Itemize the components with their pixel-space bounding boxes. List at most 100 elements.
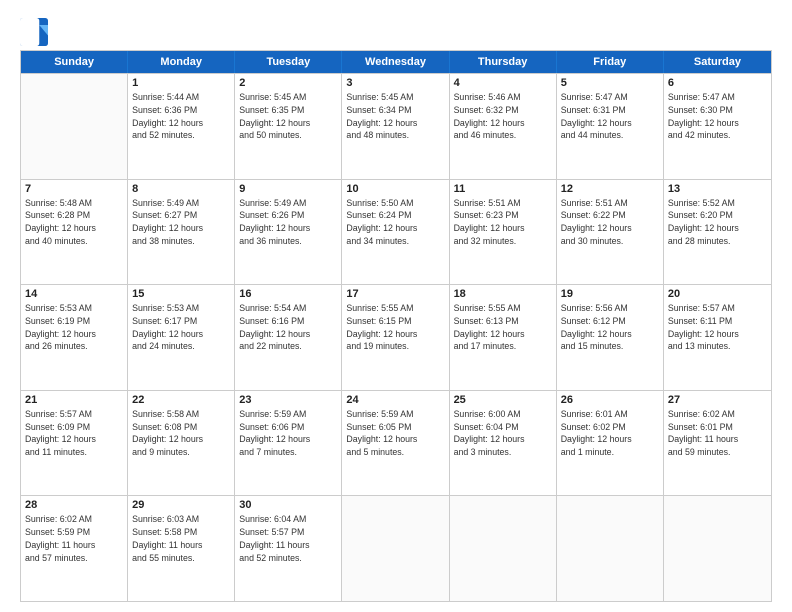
calendar-body: 1Sunrise: 5:44 AM Sunset: 6:36 PM Daylig… bbox=[21, 73, 771, 601]
day-number: 28 bbox=[25, 499, 123, 511]
day-info: Sunrise: 5:51 AM Sunset: 6:22 PM Dayligh… bbox=[561, 197, 659, 248]
cal-cell bbox=[21, 74, 128, 179]
day-info: Sunrise: 6:03 AM Sunset: 5:58 PM Dayligh… bbox=[132, 513, 230, 564]
cal-cell bbox=[342, 496, 449, 601]
day-number: 7 bbox=[25, 183, 123, 195]
day-number: 16 bbox=[239, 288, 337, 300]
day-number: 11 bbox=[454, 183, 552, 195]
cal-cell: 4 Sunrise: 5:46 AM Sunset: 6:32 PM Daylig… bbox=[450, 74, 557, 179]
day-info: Sunrise: 5:54 AM Sunset: 6:16 PM Dayligh… bbox=[239, 302, 337, 353]
calendar-header: SundayMondayTuesdayWednesdayThursdayFrid… bbox=[21, 51, 771, 73]
day-info: Sunrise: 5:46 AM Sunset: 6:32 PM Dayligh… bbox=[454, 91, 552, 142]
cal-cell: 26 Sunrise: 6:01 AM Sunset: 6:02 PM Dayli… bbox=[557, 391, 664, 496]
day-number: 27 bbox=[668, 394, 767, 406]
day-info: Sunrise: 6:04 AM Sunset: 5:57 PM Dayligh… bbox=[239, 513, 337, 564]
day-info: Sunrise: 5:57 AM Sunset: 6:11 PM Dayligh… bbox=[668, 302, 767, 353]
day-info: Sunrise: 5:59 AM Sunset: 6:06 PM Dayligh… bbox=[239, 408, 337, 459]
day-info: Sunrise: 6:00 AM Sunset: 6:04 PM Dayligh… bbox=[454, 408, 552, 459]
cal-cell: 5 Sunrise: 5:47 AM Sunset: 6:31 PM Daylig… bbox=[557, 74, 664, 179]
cal-cell: 21 Sunrise: 5:57 AM Sunset: 6:09 PM Dayli… bbox=[21, 391, 128, 496]
day-number: 25 bbox=[454, 394, 552, 406]
header-day-monday: Monday bbox=[128, 51, 235, 73]
cal-cell: 12 Sunrise: 5:51 AM Sunset: 6:22 PM Dayli… bbox=[557, 180, 664, 285]
day-number: 20 bbox=[668, 288, 767, 300]
cal-cell: 6 Sunrise: 5:47 AM Sunset: 6:30 PM Daylig… bbox=[664, 74, 771, 179]
cal-cell: 19Sunrise: 5:56 AM Sunset: 6:12 PM Dayli… bbox=[557, 285, 664, 390]
day-info: Sunrise: 5:53 AM Sunset: 6:19 PM Dayligh… bbox=[25, 302, 123, 353]
cal-cell: 3 Sunrise: 5:45 AM Sunset: 6:34 PM Daylig… bbox=[342, 74, 449, 179]
cal-cell: 10 Sunrise: 5:50 AM Sunset: 6:24 PM Dayli… bbox=[342, 180, 449, 285]
day-number: 26 bbox=[561, 394, 659, 406]
cal-cell: 20 Sunrise: 5:57 AM Sunset: 6:11 PM Dayli… bbox=[664, 285, 771, 390]
week-2: 7 Sunrise: 5:48 AM Sunset: 6:28 PM Daylig… bbox=[21, 179, 771, 285]
day-number: 6 bbox=[668, 77, 767, 89]
cal-cell: 2 Sunrise: 5:45 AM Sunset: 6:35 PM Daylig… bbox=[235, 74, 342, 179]
header bbox=[20, 18, 772, 46]
day-number: 15 bbox=[132, 288, 230, 300]
cal-cell: 14 Sunrise: 5:53 AM Sunset: 6:19 PM Dayli… bbox=[21, 285, 128, 390]
day-number: 21 bbox=[25, 394, 123, 406]
page: SundayMondayTuesdayWednesdayThursdayFrid… bbox=[0, 0, 792, 612]
day-info: Sunrise: 5:57 AM Sunset: 6:09 PM Dayligh… bbox=[25, 408, 123, 459]
cal-cell: 17 Sunrise: 5:55 AM Sunset: 6:15 PM Dayli… bbox=[342, 285, 449, 390]
cal-cell: 8 Sunrise: 5:49 AM Sunset: 6:27 PM Daylig… bbox=[128, 180, 235, 285]
cal-cell: 27 Sunrise: 6:02 AM Sunset: 6:01 PM Dayli… bbox=[664, 391, 771, 496]
day-number: 17 bbox=[346, 288, 444, 300]
header-day-sunday: Sunday bbox=[21, 51, 128, 73]
day-number: 13 bbox=[668, 183, 767, 195]
day-info: Sunrise: 6:01 AM Sunset: 6:02 PM Dayligh… bbox=[561, 408, 659, 459]
cal-cell: 25 Sunrise: 6:00 AM Sunset: 6:04 PM Dayli… bbox=[450, 391, 557, 496]
week-5: 28Sunrise: 6:02 AM Sunset: 5:59 PM Dayli… bbox=[21, 495, 771, 601]
calendar: SundayMondayTuesdayWednesdayThursdayFrid… bbox=[20, 50, 772, 602]
day-number: 1 bbox=[132, 77, 230, 89]
day-info: Sunrise: 5:52 AM Sunset: 6:20 PM Dayligh… bbox=[668, 197, 767, 248]
header-day-wednesday: Wednesday bbox=[342, 51, 449, 73]
day-number: 9 bbox=[239, 183, 337, 195]
day-number: 2 bbox=[239, 77, 337, 89]
day-number: 8 bbox=[132, 183, 230, 195]
cal-cell: 13 Sunrise: 5:52 AM Sunset: 6:20 PM Dayli… bbox=[664, 180, 771, 285]
day-number: 10 bbox=[346, 183, 444, 195]
cal-cell: 24 Sunrise: 5:59 AM Sunset: 6:05 PM Dayli… bbox=[342, 391, 449, 496]
cal-cell: 28Sunrise: 6:02 AM Sunset: 5:59 PM Dayli… bbox=[21, 496, 128, 601]
day-info: Sunrise: 5:47 AM Sunset: 6:30 PM Dayligh… bbox=[668, 91, 767, 142]
day-number: 22 bbox=[132, 394, 230, 406]
week-3: 14 Sunrise: 5:53 AM Sunset: 6:19 PM Dayli… bbox=[21, 284, 771, 390]
day-info: Sunrise: 5:49 AM Sunset: 6:27 PM Dayligh… bbox=[132, 197, 230, 248]
cal-cell: 15 Sunrise: 5:53 AM Sunset: 6:17 PM Dayli… bbox=[128, 285, 235, 390]
day-info: Sunrise: 5:53 AM Sunset: 6:17 PM Dayligh… bbox=[132, 302, 230, 353]
day-info: Sunrise: 6:02 AM Sunset: 6:01 PM Dayligh… bbox=[668, 408, 767, 459]
header-day-saturday: Saturday bbox=[664, 51, 771, 73]
day-info: Sunrise: 5:49 AM Sunset: 6:26 PM Dayligh… bbox=[239, 197, 337, 248]
day-number: 23 bbox=[239, 394, 337, 406]
day-number: 12 bbox=[561, 183, 659, 195]
cal-cell: 22Sunrise: 5:58 AM Sunset: 6:08 PM Dayli… bbox=[128, 391, 235, 496]
day-number: 14 bbox=[25, 288, 123, 300]
day-info: Sunrise: 5:45 AM Sunset: 6:34 PM Dayligh… bbox=[346, 91, 444, 142]
day-number: 19 bbox=[561, 288, 659, 300]
cal-cell: 9 Sunrise: 5:49 AM Sunset: 6:26 PM Daylig… bbox=[235, 180, 342, 285]
day-number: 3 bbox=[346, 77, 444, 89]
cal-cell: 18 Sunrise: 5:55 AM Sunset: 6:13 PM Dayli… bbox=[450, 285, 557, 390]
day-info: Sunrise: 5:59 AM Sunset: 6:05 PM Dayligh… bbox=[346, 408, 444, 459]
day-info: Sunrise: 5:48 AM Sunset: 6:28 PM Dayligh… bbox=[25, 197, 123, 248]
cal-cell: 16 Sunrise: 5:54 AM Sunset: 6:16 PM Dayli… bbox=[235, 285, 342, 390]
day-info: Sunrise: 5:51 AM Sunset: 6:23 PM Dayligh… bbox=[454, 197, 552, 248]
header-day-friday: Friday bbox=[557, 51, 664, 73]
day-info: Sunrise: 5:45 AM Sunset: 6:35 PM Dayligh… bbox=[239, 91, 337, 142]
cal-cell: 1Sunrise: 5:44 AM Sunset: 6:36 PM Daylig… bbox=[128, 74, 235, 179]
day-number: 24 bbox=[346, 394, 444, 406]
cal-cell: 30Sunrise: 6:04 AM Sunset: 5:57 PM Dayli… bbox=[235, 496, 342, 601]
day-info: Sunrise: 5:47 AM Sunset: 6:31 PM Dayligh… bbox=[561, 91, 659, 142]
day-number: 18 bbox=[454, 288, 552, 300]
logo bbox=[20, 18, 52, 46]
day-info: Sunrise: 5:50 AM Sunset: 6:24 PM Dayligh… bbox=[346, 197, 444, 248]
week-1: 1Sunrise: 5:44 AM Sunset: 6:36 PM Daylig… bbox=[21, 73, 771, 179]
day-number: 5 bbox=[561, 77, 659, 89]
day-info: Sunrise: 5:55 AM Sunset: 6:13 PM Dayligh… bbox=[454, 302, 552, 353]
day-info: Sunrise: 5:55 AM Sunset: 6:15 PM Dayligh… bbox=[346, 302, 444, 353]
cal-cell: 7 Sunrise: 5:48 AM Sunset: 6:28 PM Daylig… bbox=[21, 180, 128, 285]
day-number: 4 bbox=[454, 77, 552, 89]
logo-icon bbox=[20, 18, 48, 46]
cal-cell bbox=[450, 496, 557, 601]
